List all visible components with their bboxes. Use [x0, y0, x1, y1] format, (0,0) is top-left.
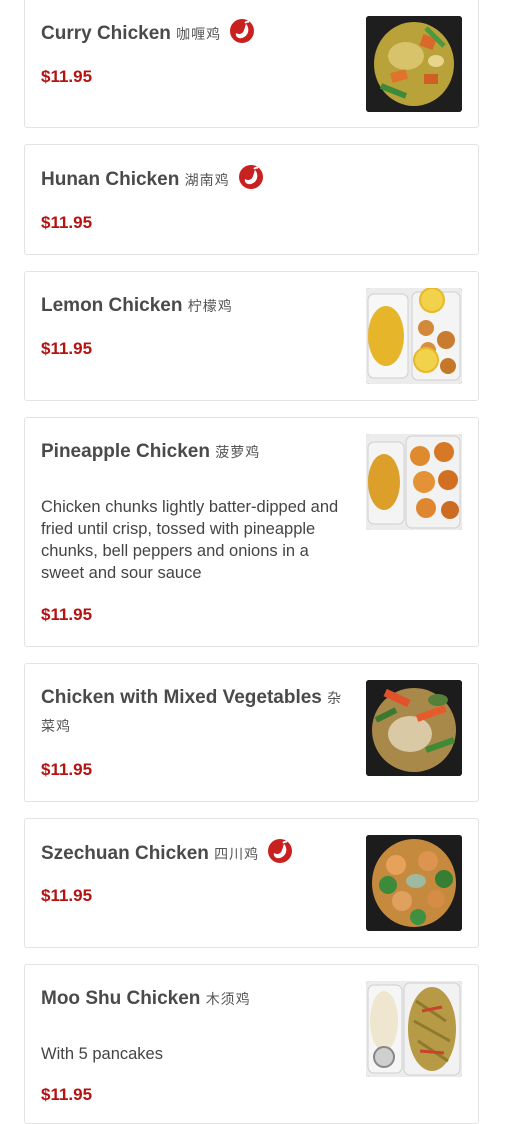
menu-item-description: With 5 pancakes: [41, 1045, 163, 1063]
menu-item-title: Curry Chicken 咖喱鸡: [41, 19, 351, 48]
spicy-icon: [230, 19, 255, 43]
menu-item-name: Chicken with Mixed Vegetables: [41, 687, 322, 708]
menu-item-price: $11.95: [41, 67, 93, 86]
menu-item-name: Curry Chicken: [41, 23, 171, 44]
menu-item-card[interactable]: Pineapple Chicken 菠萝鸡 Chicken chunks lig…: [24, 417, 479, 647]
menu-item-name: Pineapple Chicken: [41, 441, 210, 462]
menu-item-price: $11.95: [41, 213, 93, 232]
menu-item-chinese-name: 柠檬鸡: [187, 298, 233, 314]
menu-item-title: Szechuan Chicken 四川鸡: [41, 839, 351, 868]
menu-item-price: $11.95: [41, 339, 93, 358]
menu-item-title: Lemon Chicken 柠檬鸡: [41, 292, 351, 320]
spicy-icon: [238, 165, 263, 189]
menu-item-price: $11.95: [41, 1085, 93, 1104]
menu-item-chinese-name: 咖喱鸡: [176, 26, 222, 42]
spicy-icon: [268, 839, 293, 863]
szechuan-chicken-photo-icon[interactable]: [366, 835, 462, 931]
menu-item-card[interactable]: Curry Chicken 咖喱鸡 $11.95: [24, 0, 479, 128]
lemon-chicken-photo-icon[interactable]: [366, 288, 462, 384]
curry-chicken-photo-icon[interactable]: [366, 16, 462, 112]
menu-item-price: $11.95: [41, 760, 93, 779]
menu-item-title: Hunan Chicken 湖南鸡: [41, 165, 351, 194]
menu-item-chinese-name: 菠萝鸡: [215, 444, 261, 460]
menu-item-name: Lemon Chicken: [41, 295, 183, 316]
menu-item-title: Pineapple Chicken 菠萝鸡: [41, 438, 351, 466]
menu-item-card[interactable]: Szechuan Chicken 四川鸡 $11.95: [24, 818, 479, 948]
menu-item-name: Hunan Chicken: [41, 169, 180, 190]
menu-item-price: $11.95: [41, 605, 93, 624]
menu-item-name: Moo Shu Chicken: [41, 988, 201, 1009]
mixed-vegetables-chicken-photo-icon[interactable]: [366, 680, 462, 776]
menu-item-description: Chicken chunks lightly batter-dipped and…: [41, 498, 339, 582]
menu-item-card[interactable]: Chicken with Mixed Vegetables 杂菜鸡 $11.95: [24, 663, 479, 802]
menu-item-card[interactable]: Hunan Chicken 湖南鸡 $11.95: [24, 144, 479, 255]
menu-item-title: Moo Shu Chicken 木须鸡: [41, 985, 351, 1013]
moo-shu-chicken-photo-icon[interactable]: [366, 981, 462, 1077]
menu-item-chinese-name: 木须鸡: [205, 991, 251, 1007]
menu-item-title: Chicken with Mixed Vegetables 杂菜鸡: [41, 684, 351, 740]
menu-item-price: $11.95: [41, 886, 93, 905]
menu-item-card[interactable]: Moo Shu Chicken 木须鸡 With 5 pancakes $11.…: [24, 964, 479, 1124]
menu-item-card[interactable]: Lemon Chicken 柠檬鸡 $11.95: [24, 271, 479, 401]
pineapple-chicken-photo-icon[interactable]: [366, 434, 462, 530]
menu-item-chinese-name: 湖南鸡: [184, 172, 230, 188]
menu-item-chinese-name: 四川鸡: [214, 846, 260, 862]
menu-item-name: Szechuan Chicken: [41, 843, 209, 864]
